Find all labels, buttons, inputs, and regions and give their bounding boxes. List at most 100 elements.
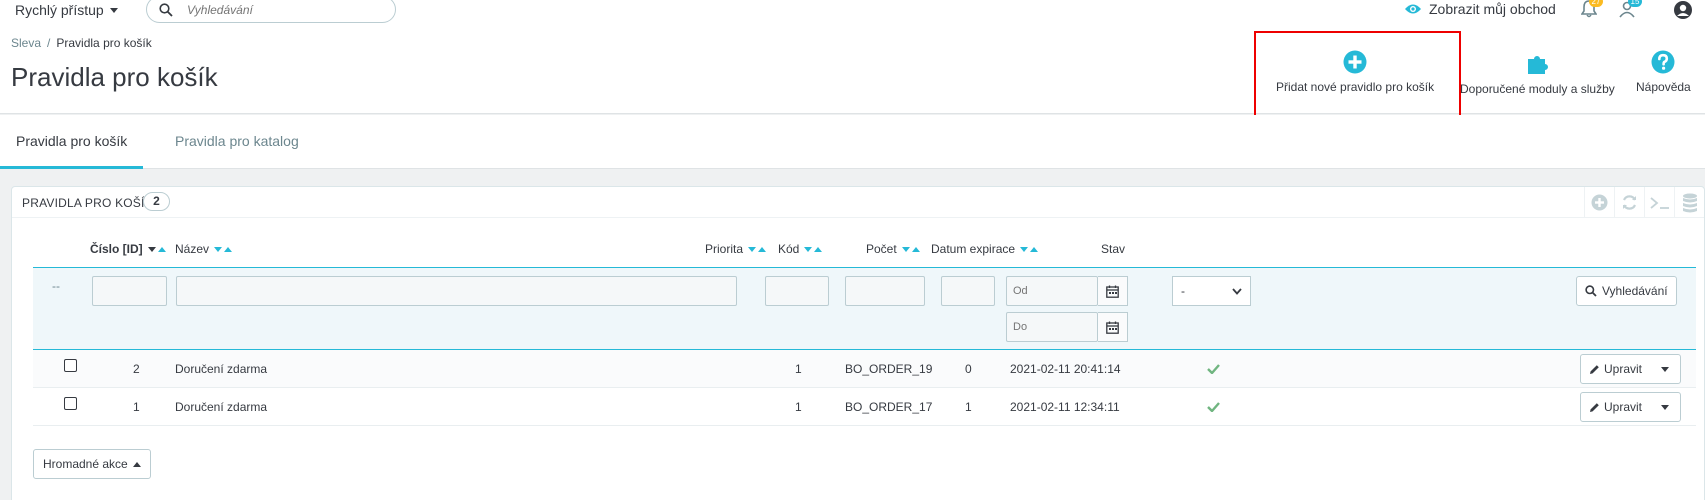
recommended-modules-button[interactable]: Doporučené moduly a služby [1460, 50, 1615, 96]
filter-id-input[interactable] [92, 276, 167, 306]
edit-button-group: Upravit [1580, 354, 1682, 384]
chevron-down-icon [1232, 287, 1242, 295]
sort-desc-icon[interactable] [804, 246, 813, 252]
cell-id: 2 [133, 362, 140, 376]
column-header-expiration-label: Datum expirace [931, 242, 1016, 256]
cell-quantity: 1 [965, 400, 972, 414]
plus-circle-icon [1591, 194, 1608, 211]
refresh-icon [1622, 195, 1637, 210]
column-header-code-label: Kód [778, 242, 800, 256]
bulk-actions-label: Hromadné akce [43, 457, 128, 471]
pencil-icon [1590, 364, 1599, 374]
filter-row: -- - Vyhledávání [33, 267, 1696, 350]
sql-query-tool[interactable] [1644, 187, 1674, 218]
cell-name: Doručení zdarma [175, 362, 268, 376]
customers-notification[interactable]: 15 [1618, 0, 1642, 21]
edit-dropdown-toggle[interactable] [1650, 355, 1680, 383]
cell-code: BO_ORDER_17 [845, 400, 933, 414]
account-menu[interactable] [1673, 0, 1693, 23]
column-header-quantity-label: Počet [866, 242, 897, 256]
date-from-calendar-button[interactable] [1098, 276, 1128, 306]
view-shop-label: Zobrazit můj obchod [1429, 1, 1556, 17]
cell-code: BO_ORDER_19 [845, 362, 933, 376]
panel-title: PRAVIDLA PRO KOŠÍK [22, 196, 153, 210]
add-cart-rule-button[interactable]: Přidat nové pravidlo pro košík [1276, 50, 1434, 94]
user-avatar-icon [1674, 1, 1692, 19]
row-checkbox[interactable] [64, 397, 77, 410]
filter-quantity-input[interactable] [941, 276, 995, 306]
cell-expiration: 2021-02-11 12:34:11 [1010, 400, 1120, 414]
cell-id: 1 [133, 400, 140, 414]
sort-desc-icon[interactable] [1020, 246, 1029, 252]
sort-desc-icon[interactable] [214, 246, 223, 252]
check-icon[interactable] [1207, 364, 1220, 374]
filter-name-input[interactable] [176, 276, 737, 306]
search-input[interactable] [187, 2, 377, 17]
quick-access-dropdown[interactable]: Rychlý přístup [15, 1, 118, 19]
orders-notification[interactable]: 27 [1580, 0, 1603, 21]
help-icon [1651, 50, 1675, 74]
chevron-down-icon [1661, 366, 1670, 372]
orders-badge: 27 [1589, 0, 1603, 7]
sort-asc-icon[interactable] [911, 246, 920, 252]
table-row[interactable]: 2 Doručení zdarma 1 BO_ORDER_19 0 2021-0… [33, 350, 1696, 388]
column-header-priority: Priorita [705, 242, 767, 256]
column-header-status-label: Stav [1101, 242, 1126, 256]
sort-asc-icon[interactable] [758, 246, 767, 252]
puzzle-icon [1528, 56, 1549, 74]
tab-catalog-rules[interactable]: Pravidla pro katalog [159, 115, 315, 169]
sort-desc-icon[interactable] [748, 246, 757, 252]
search-icon [159, 2, 173, 17]
breadcrumb-item-discount[interactable]: Sleva [11, 36, 41, 50]
sort-asc-icon[interactable] [157, 246, 166, 252]
edit-button[interactable]: Upravit [1581, 393, 1650, 421]
sort-desc-icon[interactable] [147, 246, 156, 252]
add-cart-rule-label: Přidat nové pravidlo pro košík [1276, 80, 1435, 94]
filter-code-input[interactable] [845, 276, 925, 306]
customers-badge: 15 [1628, 0, 1642, 7]
table-row[interactable]: 1 Doručení zdarma 1 BO_ORDER_17 1 2021-0… [33, 388, 1696, 426]
chevron-up-icon [132, 461, 141, 467]
column-header-id: Číslo [ID] [90, 242, 166, 256]
cell-quantity: 0 [965, 362, 972, 376]
breadcrumb: Sleva / Pravidla pro košík [11, 36, 152, 50]
edit-button[interactable]: Upravit [1581, 355, 1650, 383]
add-new-tool[interactable] [1584, 187, 1614, 218]
bulk-actions-button[interactable]: Hromadné akce [33, 449, 151, 479]
edit-dropdown-toggle[interactable] [1650, 393, 1680, 421]
export-sql-tool[interactable] [1674, 187, 1704, 218]
calendar-icon [1106, 285, 1119, 298]
sort-asc-icon[interactable] [1030, 246, 1039, 252]
help-button[interactable]: Nápověda [1636, 50, 1691, 94]
filter-date-from-input[interactable] [1006, 276, 1098, 306]
column-header-expiration: Datum expirace [931, 242, 1039, 256]
column-header-name-label: Název [175, 242, 210, 256]
column-header-name: Název [175, 242, 233, 256]
edit-button-group: Upravit [1580, 392, 1682, 422]
view-shop-link[interactable]: Zobrazit můj obchod [1404, 0, 1556, 18]
column-header-code: Kód [778, 242, 823, 256]
filter-date-to-input[interactable] [1006, 312, 1098, 342]
plus-circle-icon [1343, 50, 1367, 74]
search-box[interactable] [146, 0, 396, 23]
page-title: Pravidla pro košík [11, 62, 218, 92]
search-button[interactable]: Vyhledávání [1576, 276, 1677, 306]
refresh-tool[interactable] [1614, 187, 1644, 218]
filter-status-value: - [1181, 284, 1185, 298]
filter-status-select[interactable]: - [1172, 276, 1251, 306]
sort-asc-icon[interactable] [814, 246, 823, 252]
panel-header: PRAVIDLA PRO KOŠÍK 2 [12, 187, 1704, 218]
date-to-calendar-button[interactable] [1098, 312, 1128, 342]
table-header: Číslo [ID] Název Priorita Kód Počet Datu… [33, 236, 1696, 262]
sort-desc-icon[interactable] [901, 246, 910, 252]
check-icon[interactable] [1207, 402, 1220, 412]
edit-button-label: Upravit [1604, 400, 1643, 414]
column-header-priority-label: Priorita [705, 242, 744, 256]
panel-tools [1584, 187, 1704, 218]
breadcrumb-separator: / [47, 36, 51, 50]
sort-asc-icon[interactable] [224, 246, 233, 252]
row-checkbox[interactable] [64, 359, 77, 372]
tab-cart-rules[interactable]: Pravidla pro košík [0, 115, 144, 169]
filter-priority-input[interactable] [765, 276, 829, 306]
terminal-icon [1649, 196, 1669, 209]
